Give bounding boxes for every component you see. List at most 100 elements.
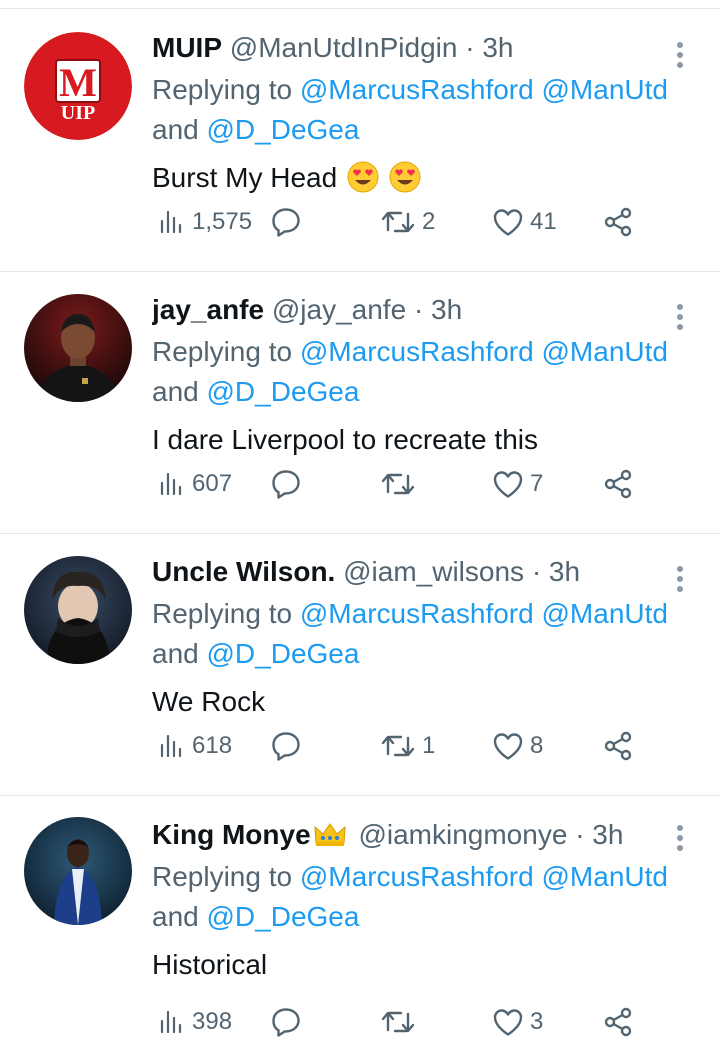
retweet-button[interactable]: 2 [380, 204, 435, 240]
and-word: and [152, 638, 199, 669]
muip-logo-letter: M [59, 60, 97, 105]
tweet-3[interactable]: Uncle Wilson. @iam_wilsons · 3h Replying… [0, 534, 720, 796]
like-button[interactable]: 8 [492, 728, 543, 764]
mention-link[interactable]: @ManUtd [542, 74, 668, 105]
share-button[interactable] [602, 466, 634, 502]
reply-button[interactable] [270, 728, 308, 764]
separator-dot: · [413, 294, 424, 325]
share-button[interactable] [602, 1004, 634, 1040]
user-handle[interactable]: @ManUtdInPidgin [230, 32, 458, 63]
tweet-header: Uncle Wilson. @iam_wilsons · 3h [152, 552, 664, 592]
views-icon [160, 1010, 182, 1034]
likes-count: 7 [530, 470, 544, 497]
more-icon[interactable] [670, 40, 690, 70]
timestamp[interactable]: 3h [549, 556, 580, 587]
tweet-actions: 607 7 [0, 466, 720, 502]
and-word: and [152, 901, 199, 932]
heart-eyes-emoji-icon [347, 161, 379, 193]
tweet-text-content: Historical [152, 949, 268, 980]
reply-icon [272, 1008, 300, 1037]
mention-link[interactable]: @ManUtd [542, 336, 668, 367]
more-icon[interactable] [670, 823, 690, 853]
more-icon[interactable] [670, 302, 690, 332]
reply-icon [272, 208, 300, 237]
tweet-text: Historical [152, 945, 704, 985]
display-name[interactable]: Uncle Wilson. [152, 556, 335, 587]
tweet-text-content: I dare Liverpool to recreate this [152, 424, 538, 455]
more-icon[interactable] [670, 564, 690, 594]
like-button[interactable]: 3 [492, 1004, 543, 1040]
retweets-count: 1 [422, 732, 436, 759]
replying-prefix: Replying to [152, 861, 293, 892]
like-icon [493, 1009, 523, 1036]
display-name[interactable]: MUIP [152, 32, 222, 63]
share-button[interactable] [602, 204, 634, 240]
mention-link[interactable]: @D_DeGea [207, 114, 360, 145]
avatar[interactable] [24, 294, 132, 402]
tweet-4[interactable]: King Monye @iamkingmonye · 3h Replying t… [0, 797, 720, 1059]
user-handle[interactable]: @iam_wilsons [343, 556, 524, 587]
tweet-header: jay_anfe @jay_anfe · 3h [152, 290, 664, 330]
replying-to: Replying to @MarcusRashford @ManUtd and … [152, 332, 704, 412]
views-icon [160, 734, 182, 758]
tweet-text: We Rock [152, 682, 704, 722]
timestamp[interactable]: 3h [592, 819, 623, 850]
mention-link[interactable]: @D_DeGea [207, 376, 360, 407]
likes-count: 3 [530, 1008, 544, 1035]
like-button[interactable]: 7 [492, 466, 543, 502]
retweet-button[interactable] [380, 466, 422, 502]
crown-icon [314, 823, 346, 846]
heart-eyes-emoji-icon [389, 161, 421, 193]
tweet-header: King Monye @iamkingmonye · 3h [152, 815, 664, 855]
mention-link[interactable]: @ManUtd [542, 861, 668, 892]
views-button[interactable]: 1,575 [158, 204, 252, 240]
views-button[interactable]: 607 [158, 466, 232, 502]
share-icon [604, 1007, 632, 1037]
tweet-divider [0, 795, 720, 796]
tweet-2[interactable]: jay_anfe @jay_anfe · 3h Replying to @Mar… [0, 272, 720, 534]
mention-link[interactable]: @MarcusRashford [300, 861, 534, 892]
avatar[interactable] [24, 556, 132, 664]
views-button[interactable]: 618 [158, 728, 232, 764]
views-count: 1,575 [192, 208, 253, 235]
reply-button[interactable] [270, 466, 308, 502]
mention-link[interactable]: @MarcusRashford [300, 336, 534, 367]
mention-link[interactable]: @D_DeGea [207, 901, 360, 932]
display-name[interactable]: jay_anfe [152, 294, 264, 325]
tweet-actions: 618 1 8 [0, 728, 720, 764]
retweet-icon [381, 735, 415, 757]
replying-prefix: Replying to [152, 336, 293, 367]
likes-count: 8 [530, 732, 544, 759]
profile-photo [24, 294, 132, 402]
share-icon [604, 207, 632, 237]
views-count: 607 [192, 470, 233, 497]
views-count: 618 [192, 732, 233, 759]
reply-button[interactable] [270, 1004, 308, 1040]
tweet-1[interactable]: M UIP MUIP @ManUtdInPidgin · 3h Replying… [0, 10, 720, 272]
and-word: and [152, 114, 199, 145]
mention-link[interactable]: @MarcusRashford [300, 598, 534, 629]
tweet-text-content: We Rock [152, 686, 266, 717]
retweet-button[interactable] [380, 1004, 422, 1040]
separator-dot: · [575, 819, 585, 850]
like-button[interactable]: 41 [492, 204, 557, 240]
mention-link[interactable]: @ManUtd [542, 598, 668, 629]
avatar[interactable]: M UIP [24, 32, 132, 140]
retweet-button[interactable]: 1 [380, 728, 435, 764]
user-handle[interactable]: @jay_anfe [272, 294, 406, 325]
reply-button[interactable] [270, 204, 308, 240]
mention-link[interactable]: @D_DeGea [207, 638, 360, 669]
replying-prefix: Replying to [152, 74, 293, 105]
timestamp[interactable]: 3h [431, 294, 462, 325]
replying-to: Replying to @MarcusRashford @ManUtd and … [152, 857, 704, 937]
share-button[interactable] [602, 728, 634, 764]
separator-dot: · [531, 556, 542, 587]
muip-logo: M UIP [24, 32, 132, 140]
user-handle[interactable]: @iamkingmonye [358, 819, 567, 850]
display-name[interactable]: King Monye [152, 819, 311, 850]
timestamp[interactable]: 3h [482, 32, 513, 63]
tweet-actions: 398 3 [0, 1004, 720, 1040]
avatar[interactable] [24, 817, 132, 925]
mention-link[interactable]: @MarcusRashford [300, 74, 534, 105]
views-button[interactable]: 398 [158, 1004, 232, 1040]
